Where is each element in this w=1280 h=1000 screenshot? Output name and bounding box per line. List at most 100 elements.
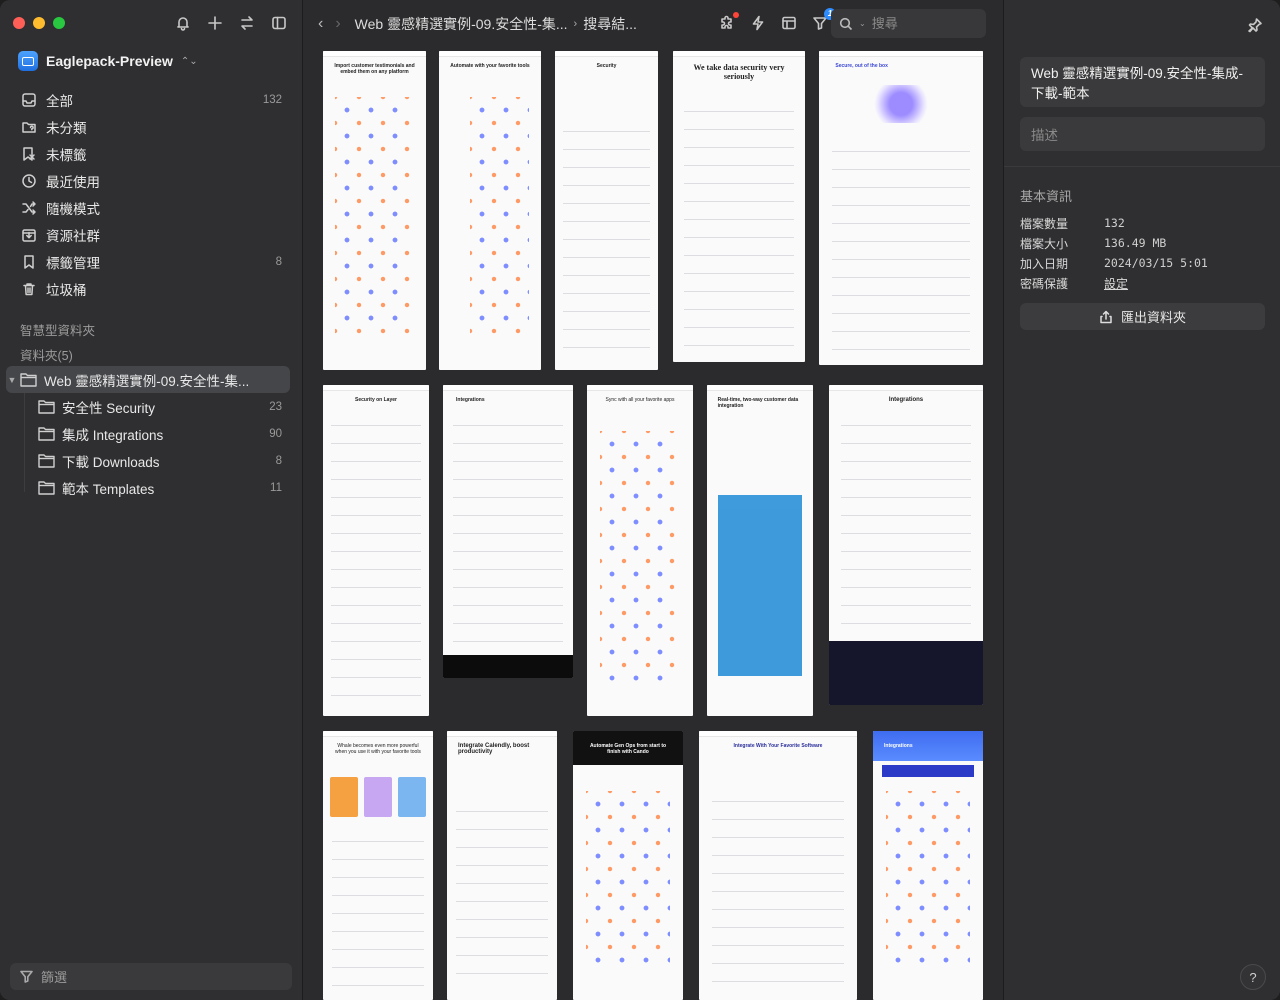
thumbnail-item[interactable]: Whale becomes even more powerful when yo…	[323, 731, 433, 1000]
sidebar-item-uncategorized[interactable]: 未分類	[12, 113, 290, 140]
sidebar-item-label: 垃圾桶	[46, 282, 87, 298]
thumbnail-title: Automate Gen Ops from start to finish wi…	[589, 743, 667, 755]
thumbnail-title: Integrate Calendly, boost productivity	[458, 743, 530, 755]
folder-label: 範本 Templates	[62, 481, 155, 497]
thumbnail-title: Integrate With Your Favorite Software	[733, 743, 823, 749]
info-value: 132	[1104, 216, 1125, 230]
info-key: 密碼保護	[1020, 276, 1069, 291]
sidebar-item-tags[interactable]: 標籤管理 8	[12, 248, 290, 275]
thumbnail-item[interactable]: Secure, out of the box	[819, 51, 983, 365]
back-arrow-icon[interactable]: ‹	[318, 15, 323, 33]
thumbnail-item[interactable]: Integrate With Your Favorite Software	[699, 731, 857, 1000]
info-key: 加入日期	[1020, 256, 1069, 271]
lightning-icon[interactable]	[749, 14, 767, 32]
folder-icon	[38, 399, 56, 415]
shuffle-icon	[20, 199, 38, 217]
basic-info-title: 基本資訊	[1020, 189, 1073, 204]
folder-label: 集成 Integrations	[62, 427, 164, 443]
folder-icon	[20, 372, 38, 388]
help-button[interactable]: ?	[1240, 964, 1266, 990]
search-icon	[839, 17, 853, 30]
library-name: Eaglepack-Preview	[46, 53, 173, 69]
folder-label: Web 靈感精選實例-09.安全性-集...	[44, 373, 250, 389]
plugin-icon[interactable]	[718, 12, 739, 32]
pin-icon[interactable]	[1246, 16, 1264, 34]
chevron-down-icon[interactable]: ⌄	[859, 19, 866, 28]
thumbnail-item[interactable]: Real-time, two-way customer data integra…	[707, 385, 813, 716]
folders-title[interactable]: 資料夾(5)	[20, 345, 73, 364]
sidebar-item-community[interactable]: 資源社群	[12, 221, 290, 248]
thumbnail-item[interactable]: Import customer testimonials and embed t…	[323, 51, 426, 370]
sidebar-filter-input[interactable]: 篩選	[10, 963, 292, 990]
folder-name-field[interactable]: Web 靈感精選實例-09.安全性-集成-下載-範本	[1020, 57, 1265, 107]
sidebar-item-all[interactable]: 全部 132	[12, 86, 290, 113]
search-field[interactable]: ⌄	[831, 9, 986, 38]
trash-icon	[20, 280, 38, 298]
info-row-file-size: 檔案大小 136.49 MB	[1020, 233, 1265, 253]
thumbnail-item[interactable]: Security	[555, 51, 658, 370]
zoom-window-button[interactable]	[53, 17, 65, 29]
breadcrumb-folder[interactable]: Web 靈感精選實例-09.安全性-集...	[355, 14, 568, 34]
window-controls	[13, 17, 65, 29]
sidebar-item-random[interactable]: 隨機模式	[12, 194, 290, 221]
thumbnail-item[interactable]: Sync with all your favorite apps	[587, 385, 693, 716]
thumbnail-title: Security	[596, 63, 617, 69]
sidebar-item-untagged[interactable]: 未標籤	[12, 140, 290, 167]
folder-icon	[38, 480, 56, 496]
folder-security[interactable]: 安全性 Security 23	[6, 393, 290, 420]
filter-funnel-icon[interactable]: 1	[811, 8, 836, 32]
breadcrumb-separator-icon: ›	[573, 17, 578, 30]
thumbnail-item[interactable]: Automate Gen Ops from start to finish wi…	[573, 731, 683, 1000]
sidebar-item-label: 資源社群	[46, 228, 100, 244]
folder-count: 90	[269, 427, 282, 440]
chevron-updown-icon: ⌃⌄	[180, 55, 198, 67]
password-set-link[interactable]: 設定	[1104, 275, 1128, 292]
sidebar-item-trash[interactable]: 垃圾桶	[12, 275, 290, 302]
disclosure-triangle-icon[interactable]: ▼	[6, 375, 18, 385]
thumbnail-title: Security on Layer	[355, 397, 397, 403]
library-icon	[18, 51, 38, 71]
info-value: 136.49 MB	[1104, 236, 1167, 250]
export-folder-button[interactable]: 匯出資料夾	[1020, 303, 1265, 330]
thumbnail-item[interactable]: Integrations	[873, 731, 983, 1000]
forward-arrow-icon[interactable]: ›	[335, 15, 340, 33]
sidebar-item-label: 最近使用	[46, 174, 100, 190]
thumbnail-title: Automate with your favorite tools	[450, 63, 530, 69]
folder-tree: ▼ Web 靈感精選實例-09.安全性-集... 安全性 Security 23…	[6, 366, 290, 501]
minimize-window-button[interactable]	[33, 17, 45, 29]
swap-icon[interactable]	[238, 14, 256, 32]
thumbnail-title: Real-time, two-way customer data integra…	[717, 397, 799, 409]
sidebar-nav: 全部 132 未分類 未標籤 最近使用 隨機模式 資源社群 標籤管理 8 垃圾桶	[12, 86, 290, 302]
close-window-button[interactable]	[13, 17, 25, 29]
sidebar-item-label: 隨機模式	[46, 201, 100, 217]
sidebar-toggle-icon[interactable]	[270, 14, 288, 32]
smart-folders-title[interactable]: 智慧型資料夾	[20, 320, 95, 339]
description-field[interactable]: 描述	[1020, 117, 1265, 151]
folder-label: 安全性 Security	[62, 400, 156, 416]
thumbnail-item[interactable]: Security on Layer	[323, 385, 429, 716]
layout-icon[interactable]	[780, 14, 798, 32]
thumbnail-item[interactable]: Integrate Calendly, boost productivity	[447, 731, 557, 1000]
thumbnail-item[interactable]: We take data security very seriously	[673, 51, 805, 362]
thumbnail-item[interactable]: Integrations	[443, 385, 573, 678]
breadcrumb: Web 靈感精選實例-09.安全性-集... › 搜尋結...	[355, 14, 637, 34]
folder-icon	[38, 426, 56, 442]
bell-icon[interactable]	[174, 14, 192, 32]
main-content: ‹ › Web 靈感精選實例-09.安全性-集... › 搜尋結... 1 ⌄	[304, 0, 1003, 1000]
sidebar-item-recent[interactable]: 最近使用	[12, 167, 290, 194]
folder-templates[interactable]: 範本 Templates 11	[6, 474, 290, 501]
info-key: 檔案數量	[1020, 216, 1069, 231]
search-input[interactable]	[871, 16, 972, 31]
breadcrumb-search[interactable]: 搜尋結...	[583, 14, 637, 34]
folder-question-icon	[20, 118, 38, 136]
plus-icon[interactable]	[206, 14, 224, 32]
folder-downloads[interactable]: 下載 Downloads 8	[6, 447, 290, 474]
bookmark-icon	[20, 253, 38, 271]
toolbar-icons: 1	[718, 8, 836, 32]
library-switcher[interactable]: Eaglepack-Preview ⌃⌄	[18, 50, 284, 72]
thumbnail-item[interactable]: Integrations	[829, 385, 983, 705]
folder-integrations[interactable]: 集成 Integrations 90	[6, 420, 290, 447]
sidebar-item-label: 全部	[46, 93, 73, 109]
thumbnail-item[interactable]: Automate with your favorite tools	[439, 51, 541, 370]
folder-root[interactable]: ▼ Web 靈感精選實例-09.安全性-集...	[6, 366, 290, 393]
